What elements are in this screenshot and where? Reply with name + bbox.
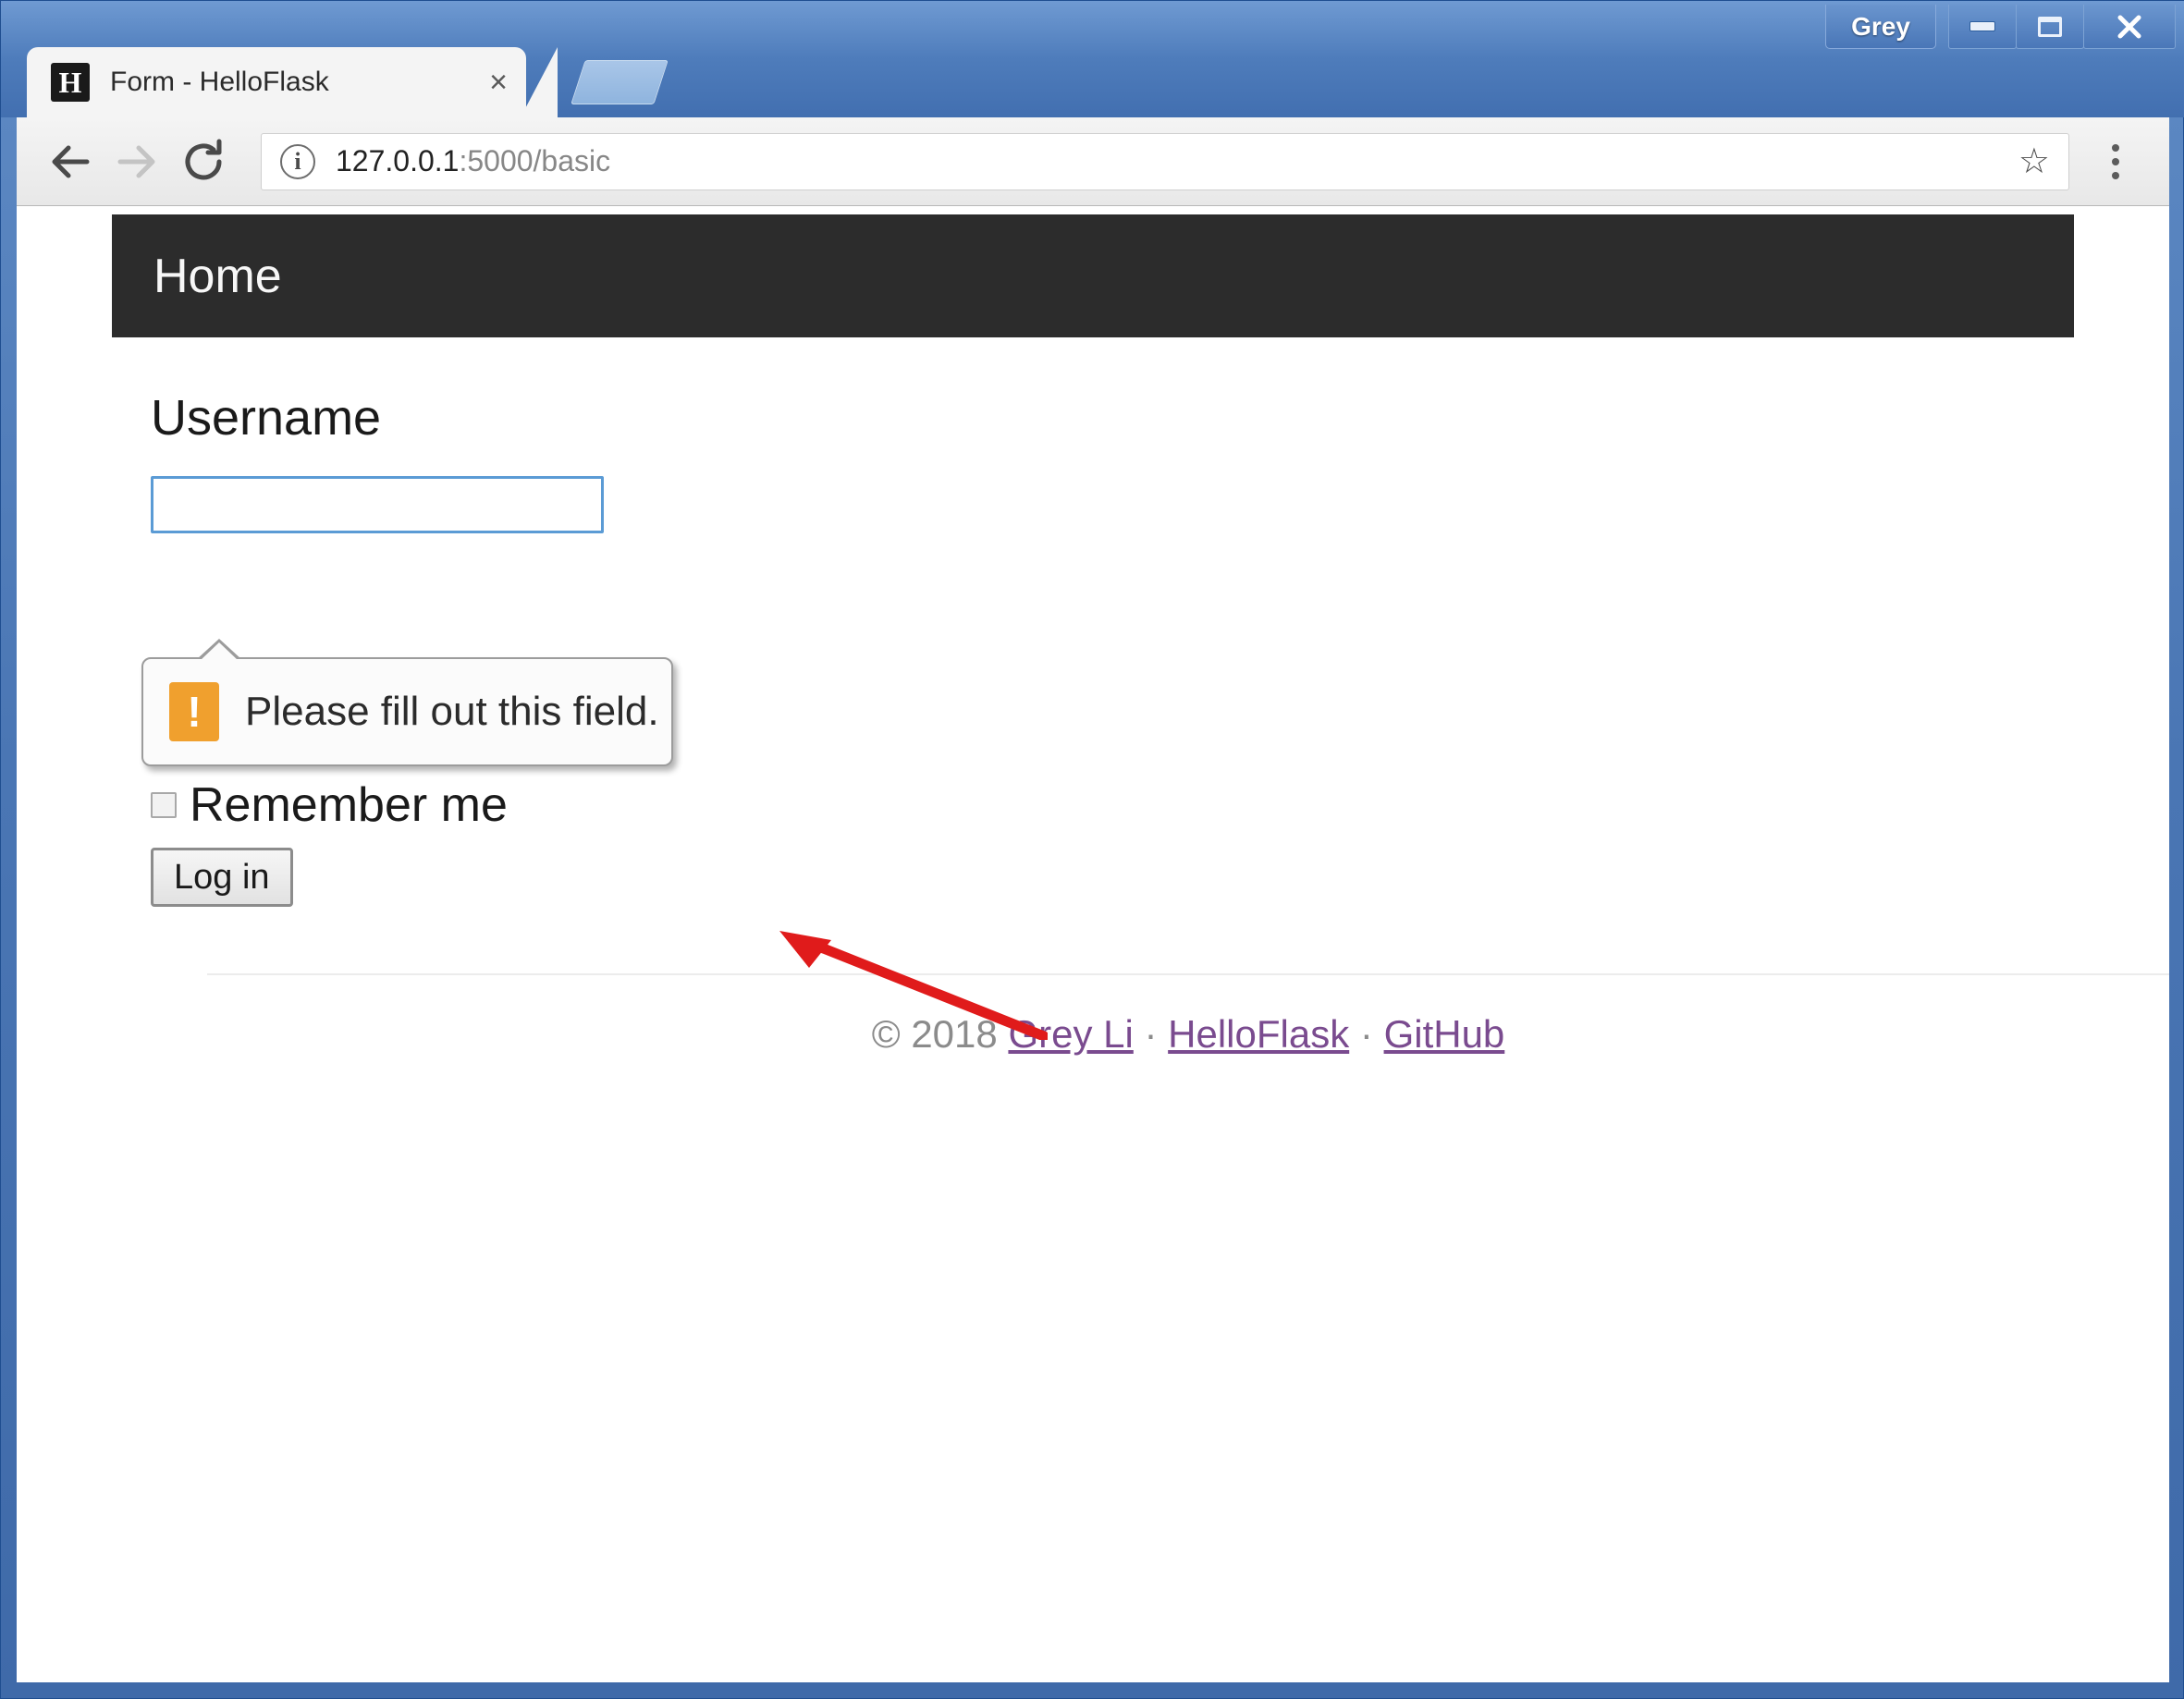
footer-copyright: © 2018: [871, 1012, 998, 1056]
remember-me-row[interactable]: Remember me: [151, 777, 508, 833]
favicon-helloflask-icon: H: [51, 63, 90, 102]
page-viewport: Home Username ! Please fill out this fie…: [17, 206, 2169, 1682]
login-button-label: Log in: [174, 857, 270, 897]
tab-close-icon[interactable]: ×: [489, 67, 508, 98]
address-bar-url: 127.0.0.1:5000/basic: [336, 144, 2018, 178]
browser-tab[interactable]: H Form - HelloFlask ×: [27, 47, 558, 117]
remember-me-label: Remember me: [190, 778, 508, 832]
address-bar[interactable]: i 127.0.0.1:5000/basic ☆: [261, 132, 2069, 190]
login-submit-button[interactable]: Log in: [151, 848, 293, 907]
window-title-bar: Grey H Form - HelloFlask ×: [1, 1, 2184, 117]
footer-link-github[interactable]: GitHub: [1384, 1012, 1505, 1056]
login-form: Username ! Please fill out this field. R…: [112, 337, 2169, 1056]
browser-tab-strip: H Form - HelloFlask ×: [27, 43, 669, 117]
bookmark-star-icon[interactable]: ☆: [2018, 144, 2050, 179]
maximize-icon: [2038, 16, 2062, 37]
footer-separator-2: ·: [1359, 1012, 1373, 1056]
os-window-frame: Grey H Form - HelloFlask × i 127.0.0.1:5…: [0, 0, 2184, 1699]
back-arrow-icon[interactable]: [37, 128, 104, 195]
site-info-icon[interactable]: i: [280, 143, 315, 179]
navbar-brand-home[interactable]: Home: [153, 249, 282, 304]
browser-profile-button[interactable]: Grey: [1825, 5, 1936, 49]
validation-tooltip: ! Please fill out this field.: [141, 639, 673, 766]
profile-button-label: Grey: [1851, 11, 1910, 41]
window-minimize-button[interactable]: [1948, 5, 2017, 49]
page-footer: © 2018 Grey Li · HelloFlask · GitHub: [207, 1012, 2169, 1057]
browser-menu-icon[interactable]: [2090, 143, 2141, 179]
url-path: :5000/basic: [459, 144, 611, 177]
tab-title: Form - HelloFlask: [110, 67, 329, 97]
new-tab-button[interactable]: [571, 60, 669, 104]
window-close-button[interactable]: [2083, 5, 2176, 49]
validation-message: Please fill out this field.: [245, 689, 659, 734]
browser-toolbar: i 127.0.0.1:5000/basic ☆: [17, 117, 2169, 206]
username-input[interactable]: [151, 476, 604, 533]
url-host: 127.0.0.1: [336, 144, 460, 177]
window-controls: Grey: [1825, 5, 2176, 56]
window-maximize-button[interactable]: [2016, 5, 2084, 49]
close-icon: [2117, 15, 2141, 38]
footer-separator-1: ·: [1144, 1012, 1158, 1056]
minimize-icon: [1969, 21, 1995, 31]
site-navbar: Home: [112, 214, 2074, 337]
forward-arrow-icon: [104, 128, 170, 195]
footer-link-helloflask[interactable]: HelloFlask: [1168, 1012, 1349, 1056]
reload-icon[interactable]: [170, 128, 237, 195]
remember-me-checkbox[interactable]: [151, 792, 177, 818]
username-label: Username: [151, 390, 382, 446]
footer-link-grey-li[interactable]: Grey Li: [1008, 1012, 1133, 1056]
warning-exclamation-icon: !: [169, 682, 219, 741]
footer-divider: [207, 973, 2169, 975]
